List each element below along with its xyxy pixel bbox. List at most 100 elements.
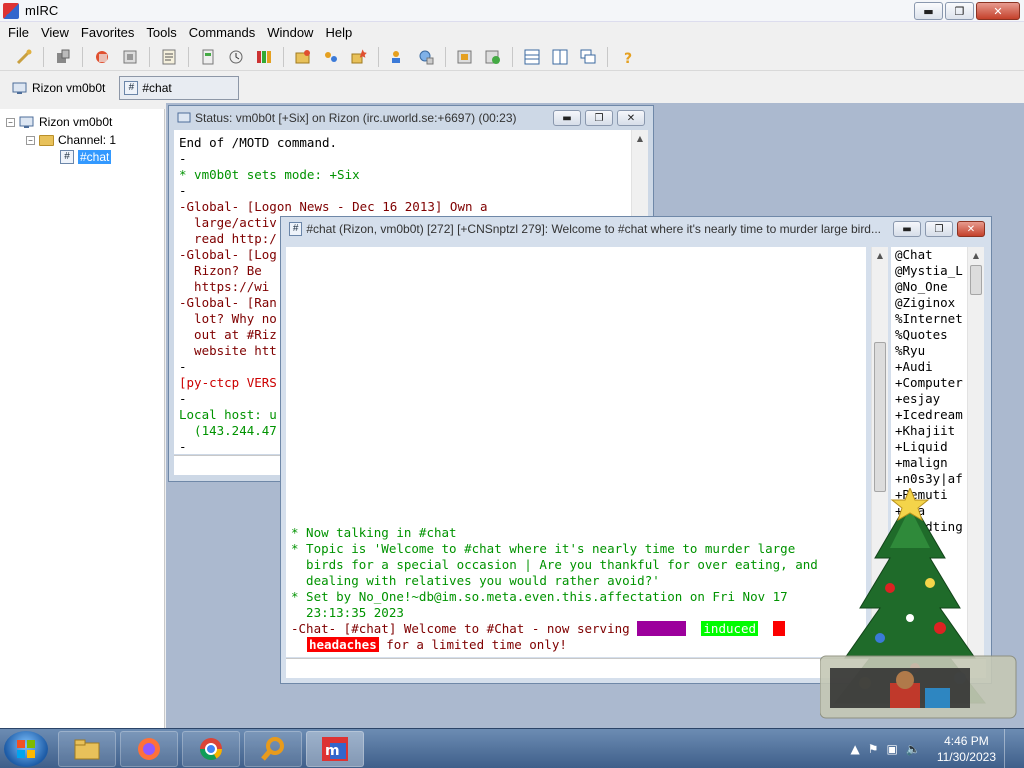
toolbar-separator	[512, 46, 513, 67]
server-icon	[19, 116, 34, 128]
cascade-icon[interactable]	[576, 45, 600, 69]
chrome-icon	[200, 738, 222, 760]
clock[interactable]: 4:46 PM 11/30/2023	[937, 733, 996, 765]
network-icon[interactable]: ▣	[887, 742, 898, 756]
nicklist-item[interactable]: +malign	[895, 455, 967, 471]
tree-channel-label: #chat	[78, 150, 112, 164]
tile-horizontal-icon[interactable]	[520, 45, 544, 69]
show-hidden-icons-icon[interactable]: ▲	[851, 742, 860, 756]
nicklist-item[interactable]: @No_One	[895, 279, 967, 295]
chat-text-area[interactable]: * Now talking in #chat * Topic is 'Welcom…	[286, 247, 866, 657]
menu-help[interactable]: Help	[319, 25, 358, 40]
notice-badge-marker	[773, 621, 785, 636]
message-line: -	[179, 183, 187, 198]
nicklist-item[interactable]: +n0s3y|af	[895, 471, 967, 487]
message-line: * Now talking in #chat	[291, 525, 457, 540]
scripts-icon[interactable]	[157, 45, 181, 69]
app-minimize-button[interactable]: ▬	[914, 2, 943, 20]
chat-window-titlebar[interactable]: # #chat (Rizon, vm0b0t) [272] [+CNSnptzl…	[281, 217, 881, 241]
nicklist-item[interactable]: %Ryu	[895, 343, 967, 359]
chat-window-controls: ▬ ❐ ✕	[893, 221, 985, 237]
chat-message-list: * Now talking in #chat * Topic is 'Welcom…	[291, 525, 866, 621]
app-maximize-button[interactable]: ❐	[945, 2, 974, 20]
channel-folder-icon[interactable]	[291, 45, 315, 69]
notify-list-icon[interactable]	[347, 45, 371, 69]
folder-icon	[74, 739, 100, 760]
taskbar-firefox[interactable]	[120, 731, 178, 767]
start-button[interactable]	[4, 731, 48, 767]
help-icon[interactable]: ?	[615, 45, 639, 69]
app-titlebar[interactable]: mIRC ▬ ❐ ✕	[0, 0, 1024, 22]
status-minimize-button[interactable]: ▬	[553, 110, 581, 126]
christmas-tree-decoration	[820, 488, 1017, 719]
address-book-icon[interactable]	[118, 45, 142, 69]
menu-commands[interactable]: Commands	[183, 25, 261, 40]
timer-icon[interactable]	[224, 45, 248, 69]
menu-file[interactable]: File	[2, 25, 35, 40]
favorites-icon[interactable]	[90, 45, 114, 69]
volume-icon[interactable]: 🔈	[906, 742, 921, 756]
connect-icon[interactable]	[12, 45, 36, 69]
firefox-icon	[138, 738, 160, 760]
nicklist-item[interactable]: %Quotes	[895, 327, 967, 343]
channels-list-icon[interactable]	[319, 45, 343, 69]
chat-maximize-button[interactable]: ❐	[925, 221, 953, 237]
menu-favorites[interactable]: Favorites	[75, 25, 140, 40]
nicklist-item[interactable]: +Icedream	[895, 407, 967, 423]
taskbar-search[interactable]	[244, 731, 302, 767]
chat-minimize-button[interactable]: ▬	[893, 221, 921, 237]
nicklist-item[interactable]: @Mystia_L	[895, 263, 967, 279]
nicklist-item[interactable]: %Internet	[895, 311, 967, 327]
taskbar-explorer[interactable]	[58, 731, 116, 767]
collapse-icon[interactable]: −	[6, 117, 15, 127]
tile-vertical-icon[interactable]	[548, 45, 572, 69]
tree-folder-label: Channel: 1	[58, 133, 117, 147]
switchbar-tab-channel[interactable]: # #chat	[119, 76, 240, 100]
action-center-icon[interactable]: ⚑	[868, 742, 879, 756]
nicklist-item[interactable]: @Chat	[895, 247, 967, 263]
switchbar-tab-server[interactable]: Rizon vm0b0t	[8, 76, 109, 100]
url-catcher-icon[interactable]	[414, 45, 438, 69]
collapse-icon[interactable]: −	[26, 135, 35, 145]
taskbar-chrome[interactable]	[182, 731, 240, 767]
channel-hash-icon: #	[124, 81, 139, 95]
nicklist-item[interactable]: +Khajiit	[895, 423, 967, 439]
folder-icon	[39, 134, 54, 146]
status-icon	[177, 112, 191, 123]
nicklist-item[interactable]: +Liquid	[895, 439, 967, 455]
taskbar: m ▲ ⚑ ▣ 🔈 4:46 PM 11/30/2023	[0, 728, 1024, 768]
scroll-up-icon[interactable]: ▲	[968, 247, 984, 263]
chat-scroll-thumb[interactable]	[874, 342, 886, 492]
dcc-send-icon[interactable]	[196, 45, 220, 69]
taskbar-mirc[interactable]: m	[306, 731, 364, 767]
message-line: birds for a special occasion | Are you t…	[291, 557, 818, 572]
tree-folder-row[interactable]: − Channel: 1	[26, 133, 116, 147]
message-line: -Global- [Logon News - Dec 16 2013] Own …	[179, 199, 488, 214]
app-close-button[interactable]: ✕	[976, 2, 1020, 20]
nicklist-item[interactable]: @Ziginox	[895, 295, 967, 311]
menu-tools[interactable]: Tools	[140, 25, 182, 40]
channel-hash-icon: #	[289, 222, 303, 236]
toolbar-separator	[283, 46, 284, 67]
nicklist-item[interactable]: +esjay	[895, 391, 967, 407]
show-desktop-button[interactable]	[1004, 729, 1018, 768]
logs-icon[interactable]	[481, 45, 505, 69]
menu-view[interactable]: View	[35, 25, 75, 40]
nicklist-scroll-thumb[interactable]	[970, 265, 982, 295]
received-files-icon[interactable]	[453, 45, 477, 69]
options-icon[interactable]	[51, 45, 75, 69]
channel-hash-icon: #	[60, 150, 74, 164]
menu-window[interactable]: Window	[261, 25, 319, 40]
nicklist-item[interactable]: +Audi	[895, 359, 967, 375]
scroll-up-icon[interactable]: ▲	[872, 247, 888, 263]
status-close-button[interactable]: ✕	[617, 110, 645, 126]
users-icon[interactable]	[386, 45, 410, 69]
nicklist-item[interactable]: +Computer	[895, 375, 967, 391]
scroll-up-icon[interactable]: ▲	[632, 130, 648, 146]
tree-channel-row[interactable]: # #chat	[60, 150, 112, 164]
colors-icon[interactable]	[252, 45, 276, 69]
chat-close-button[interactable]: ✕	[957, 221, 985, 237]
status-maximize-button[interactable]: ❐	[585, 110, 613, 126]
toolbar-separator	[188, 46, 189, 67]
tree-server-row[interactable]: − Rizon vm0b0t	[6, 115, 112, 129]
